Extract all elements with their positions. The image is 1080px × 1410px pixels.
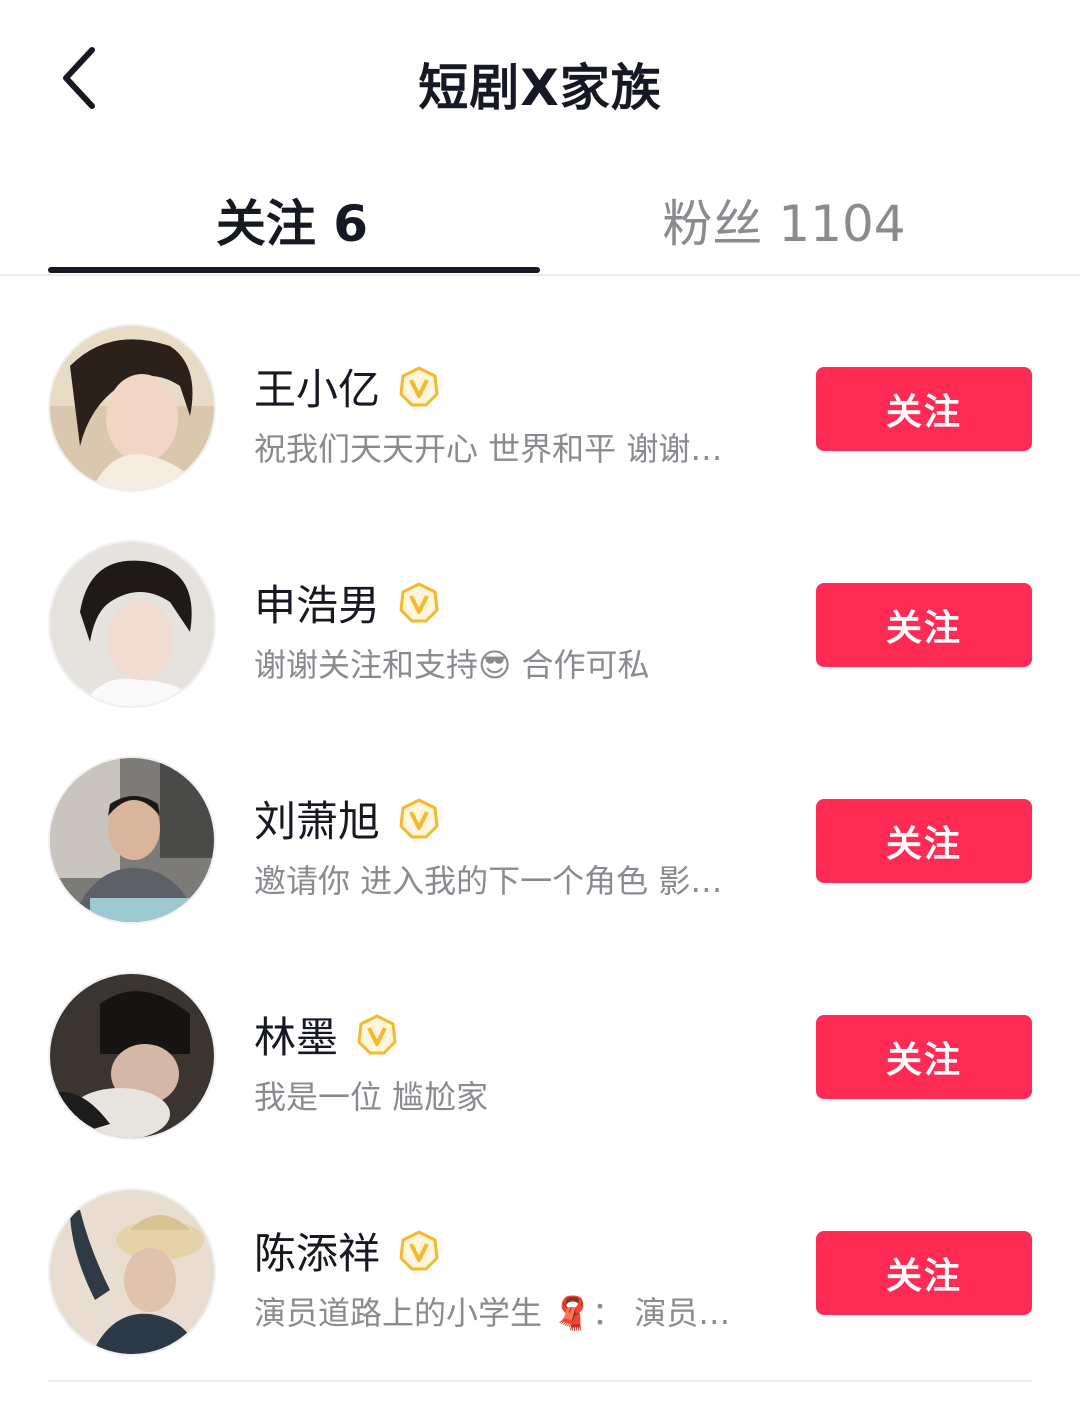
- list-item[interactable]: 王小亿 祝我们天天开心 世界和平 谢谢… 关注: [0, 276, 1080, 492]
- user-bio: 邀请你 进入我的下一个角色 影…: [254, 862, 723, 900]
- avatar[interactable]: [48, 1188, 216, 1356]
- user-bio: 谢谢关注和支持😎 合作可私: [254, 646, 650, 684]
- page-title: 短剧X家族: [418, 59, 662, 117]
- list-item[interactable]: 刘萧旭 邀请你 进入我的下一个角色 影… 关注: [0, 708, 1080, 924]
- tab-followers[interactable]: 粉丝 1104: [514, 184, 1054, 256]
- user-name-text: 林墨: [254, 1013, 339, 1062]
- follow-button[interactable]: 关注: [816, 799, 1032, 883]
- follow-button[interactable]: 关注: [816, 1231, 1032, 1315]
- avatar[interactable]: [48, 756, 216, 924]
- list-item[interactable]: 陈添祥 演员道路上的小学生 🧣： 演员… 关注: [0, 1140, 1080, 1356]
- user-name: 林墨: [254, 1004, 398, 1065]
- list-divider: [48, 1380, 1032, 1382]
- user-name-text: 王小亿: [254, 365, 381, 414]
- user-name: 申浩男: [254, 572, 440, 633]
- verified-badge-icon: [399, 797, 439, 838]
- user-name: 刘萧旭: [254, 788, 440, 849]
- follow-button[interactable]: 关注: [816, 367, 1032, 451]
- avatar[interactable]: [48, 324, 216, 492]
- user-bio: 我是一位 尴尬家: [254, 1078, 489, 1116]
- avatar[interactable]: [48, 972, 216, 1140]
- user-name-text: 刘萧旭: [254, 797, 381, 846]
- user-name: 王小亿: [254, 356, 440, 417]
- list-item[interactable]: 林墨 我是一位 尴尬家 关注: [0, 924, 1080, 1140]
- tab-following[interactable]: 关注 6: [22, 184, 562, 256]
- active-tab-indicator: [48, 267, 540, 273]
- follow-button[interactable]: 关注: [816, 583, 1032, 667]
- tab-bar: 关注 6 粉丝 1104: [0, 160, 1080, 276]
- verified-badge-icon: [399, 581, 439, 622]
- user-bio: 演员道路上的小学生 🧣： 演员…: [254, 1294, 731, 1332]
- verified-badge-icon: [399, 1229, 439, 1270]
- user-name-text: 申浩男: [254, 581, 381, 630]
- user-name-text: 陈添祥: [254, 1229, 381, 1278]
- verified-badge-icon: [399, 365, 439, 406]
- header: 短剧X家族: [0, 0, 1080, 160]
- user-name: 陈添祥: [254, 1220, 440, 1281]
- list-item[interactable]: 申浩男 谢谢关注和支持😎 合作可私 关注: [0, 492, 1080, 708]
- user-bio: 祝我们天天开心 世界和平 谢谢…: [254, 430, 723, 468]
- verified-badge-icon: [357, 1013, 397, 1054]
- avatar[interactable]: [48, 540, 216, 708]
- follow-button[interactable]: 关注: [816, 1015, 1032, 1099]
